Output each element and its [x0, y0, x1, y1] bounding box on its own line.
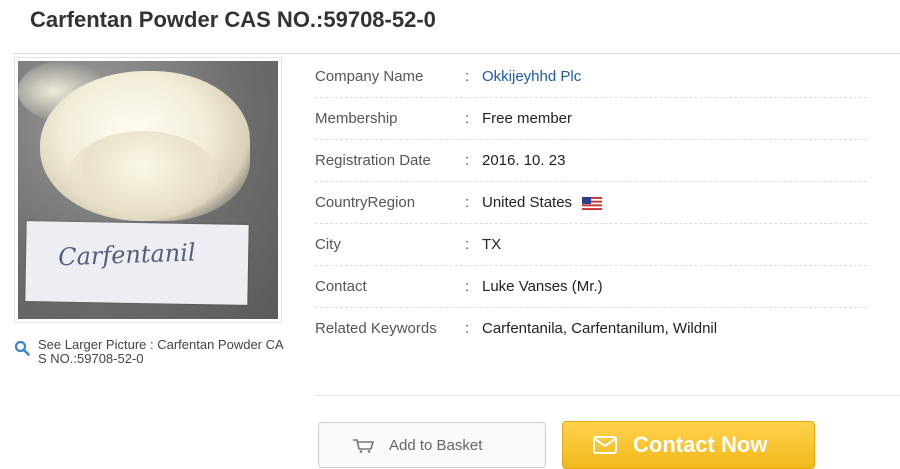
- row-related-keywords: Related Keywords : Carfentanila, Carfent…: [315, 308, 867, 350]
- product-photo: Carfentanil: [18, 61, 278, 319]
- colon: :: [465, 110, 470, 127]
- contact-value: Luke Vanses (Mr.): [482, 278, 603, 295]
- row-company-name: Company Name : Okkijeyhhd Plc: [315, 56, 867, 98]
- company-info-table: Company Name : Okkijeyhhd Plc Membership…: [315, 56, 867, 350]
- contact-now-button[interactable]: Contact Now: [562, 421, 815, 469]
- city-label: City: [315, 236, 341, 253]
- add-to-basket-button[interactable]: Add to Basket: [318, 422, 546, 468]
- us-flag-icon: [582, 196, 603, 210]
- add-to-basket-label: Add to Basket: [389, 436, 483, 454]
- row-membership: Membership : Free member: [315, 98, 867, 140]
- row-contact: Contact : Luke Vanses (Mr.): [315, 266, 867, 308]
- city-value: TX: [482, 236, 502, 253]
- company-name-link[interactable]: Okkijeyhhd Plc: [482, 56, 581, 98]
- registration-date-label: Registration Date: [315, 152, 431, 169]
- country-region-label: CountryRegion: [315, 194, 416, 211]
- actions-divider: [315, 395, 900, 396]
- country-region-value: United States: [482, 194, 573, 211]
- powder-pile-center: [68, 131, 218, 221]
- product-image[interactable]: Carfentanil: [14, 57, 282, 323]
- contact-label: Contact: [315, 278, 367, 295]
- row-country-region: CountryRegion : United States: [315, 182, 867, 224]
- row-city: City : TX: [315, 224, 867, 266]
- see-larger-picture-text[interactable]: See Larger Picture : Carfentan Powder CA…: [38, 338, 284, 366]
- header-divider: [13, 53, 900, 54]
- page-title: Carfentan Powder CAS NO.:59708-52-0: [30, 7, 436, 32]
- colon: :: [465, 236, 470, 253]
- membership-value: Free member: [482, 110, 573, 127]
- basket-icon: [353, 439, 375, 453]
- label-card: Carfentanil: [25, 221, 249, 305]
- membership-label: Membership: [315, 110, 398, 127]
- company-name-label: Company Name: [315, 68, 424, 85]
- contact-now-label: Contact Now: [633, 432, 768, 457]
- related-keywords-label: Related Keywords: [315, 320, 437, 337]
- see-larger-picture-link[interactable]: See Larger Picture : Carfentan Powder CA…: [14, 338, 284, 366]
- search-icon: [14, 340, 30, 356]
- label-card-text: Carfentanil: [57, 238, 197, 272]
- colon: :: [465, 194, 470, 211]
- registration-date-value: 2016. 10. 23: [482, 152, 566, 169]
- colon: :: [465, 68, 470, 85]
- mail-icon: [593, 436, 617, 454]
- colon: :: [465, 278, 470, 295]
- row-registration-date: Registration Date : 2016. 10. 23: [315, 140, 867, 182]
- colon: :: [465, 152, 470, 169]
- colon: :: [465, 320, 470, 337]
- related-keywords-value: Carfentanila, Carfentanilum, Wildnil: [482, 320, 718, 337]
